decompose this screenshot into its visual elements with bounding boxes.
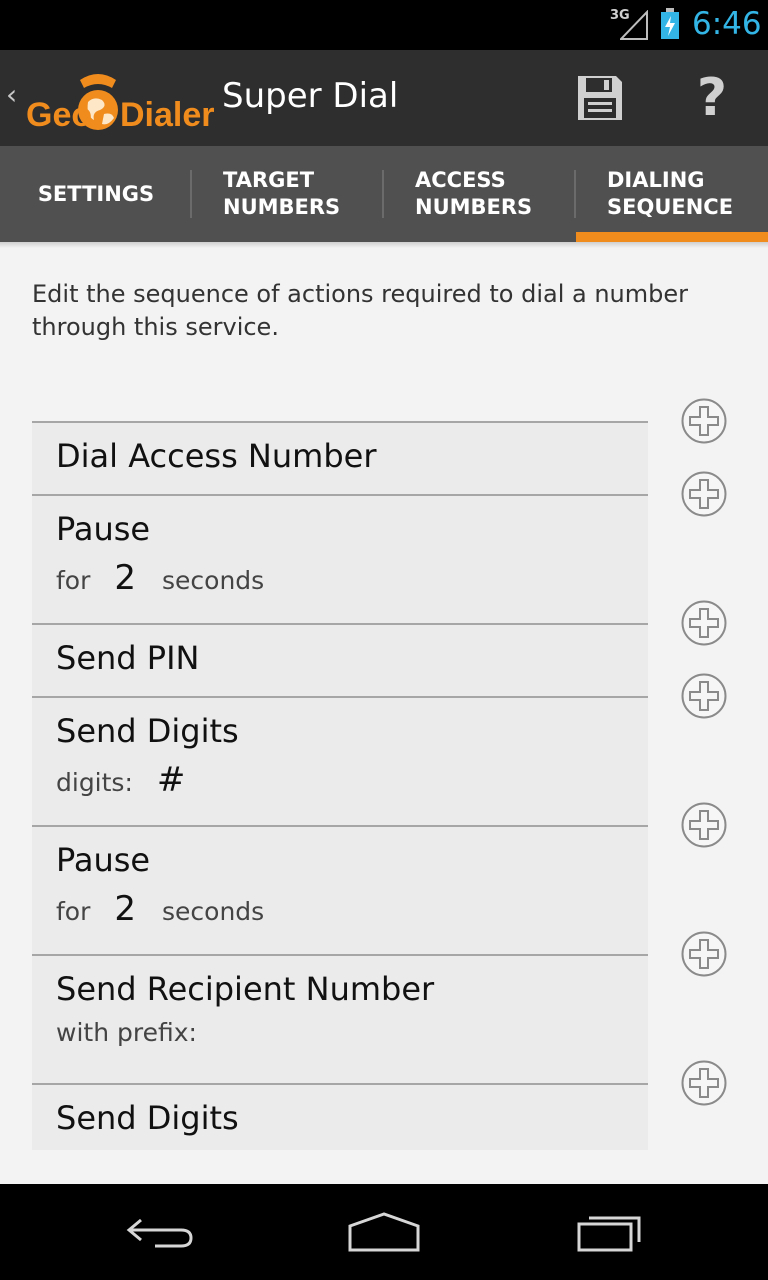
tab-access-numbers[interactable]: ACCESS NUMBERS <box>384 146 576 242</box>
tab-bar: SETTINGS TARGET NUMBERS ACCESS NUMBERS D… <box>0 146 768 242</box>
sequence-item-send-pin[interactable]: Send PIN <box>32 623 648 696</box>
recent-apps-button[interactable] <box>555 1202 665 1262</box>
battery-charging-icon <box>661 8 679 39</box>
sequence-item-detail: with prefix: <box>56 1018 197 1047</box>
sequence-item-dial-access-number[interactable]: Dial Access Number <box>32 421 648 494</box>
detail-unit: seconds <box>162 566 265 595</box>
sequence-item-send-digits[interactable]: Send Digits digits: # <box>32 696 648 825</box>
detail-label: with prefix: <box>56 1018 197 1047</box>
add-step-button[interactable] <box>681 673 727 719</box>
page-title: Super Dial <box>222 76 399 116</box>
add-step-button[interactable] <box>681 1060 727 1106</box>
sequence-item-pause[interactable]: Pause for 2 seconds <box>32 825 648 954</box>
sequence-item-title: Pause <box>56 841 151 879</box>
pause-seconds-value[interactable]: 2 <box>114 889 136 929</box>
detail-label: digits: <box>56 768 133 797</box>
sequence-item-title: Dial Access Number <box>56 437 377 475</box>
sequence-list: Dial Access Number Pause for 2 seconds S… <box>32 421 648 1150</box>
save-icon <box>578 76 622 120</box>
sequence-item-title: Send Recipient Number <box>56 970 435 1008</box>
tab-label: DIALING SEQUENCE <box>607 168 734 219</box>
add-step-button[interactable] <box>681 802 727 848</box>
save-button[interactable] <box>560 62 640 134</box>
tab-label: TARGET NUMBERS <box>223 168 341 219</box>
sequence-item-send-digits[interactable]: Send Digits <box>32 1083 648 1150</box>
logo-text-geo: Geo <box>26 96 92 134</box>
logo-text-dialer: Dialer <box>120 96 214 134</box>
digits-value[interactable]: # <box>157 760 186 800</box>
clock: 6:46 <box>692 6 762 42</box>
tab-bar-shadow <box>0 242 768 248</box>
app-logo[interactable]: Geo Dialer <box>22 66 214 138</box>
tab-label: SETTINGS <box>37 181 155 206</box>
detail-label: for <box>56 566 91 595</box>
sequence-item-pause[interactable]: Pause for 2 seconds <box>32 494 648 623</box>
sequence-item-detail: for 2 seconds <box>56 889 264 929</box>
tab-dialing-sequence[interactable]: DIALING SEQUENCE <box>576 146 768 242</box>
sequence-item-title: Send Digits <box>56 712 239 750</box>
action-bar: ‹ Geo Dialer Super Dial ? <box>0 50 768 146</box>
detail-label: for <box>56 897 91 926</box>
add-step-button[interactable] <box>681 931 727 977</box>
tab-label: ACCESS NUMBERS <box>415 168 533 219</box>
sequence-item-title: Pause <box>56 510 151 548</box>
sequence-item-detail: for 2 seconds <box>56 558 264 598</box>
add-step-button[interactable] <box>681 471 727 517</box>
help-icon: ? <box>696 68 728 128</box>
back-icon <box>126 1218 193 1248</box>
add-step-button[interactable] <box>681 600 727 646</box>
sequence-item-title: Send PIN <box>56 639 200 677</box>
selected-tab-indicator <box>576 232 768 242</box>
pause-seconds-value[interactable]: 2 <box>114 558 136 598</box>
home-icon <box>348 1212 420 1252</box>
tab-settings[interactable]: SETTINGS <box>0 146 192 242</box>
detail-unit: seconds <box>162 897 265 926</box>
help-button[interactable]: ? <box>672 62 752 134</box>
sequence-item-title: Send Digits <box>56 1099 239 1137</box>
recent-apps-icon <box>577 1216 641 1252</box>
tab-target-numbers[interactable]: TARGET NUMBERS <box>192 146 384 242</box>
description-text: Edit the sequence of actions required to… <box>32 280 688 341</box>
home-button[interactable] <box>329 1202 439 1262</box>
sequence-item-detail: digits: # <box>56 760 211 800</box>
up-caret-icon[interactable]: ‹ <box>6 78 17 111</box>
sequence-item-send-recipient-number[interactable]: Send Recipient Number with prefix: <box>32 954 648 1083</box>
back-button[interactable] <box>105 1202 215 1262</box>
screen: 3G 6:46 ‹ Geo Dialer Super Dial ? SETTIN… <box>0 0 768 1280</box>
signal-icon <box>620 10 648 40</box>
status-bar: 3G 6:46 <box>0 0 768 50</box>
navigation-bar <box>0 1184 768 1280</box>
add-step-button[interactable] <box>681 398 727 444</box>
